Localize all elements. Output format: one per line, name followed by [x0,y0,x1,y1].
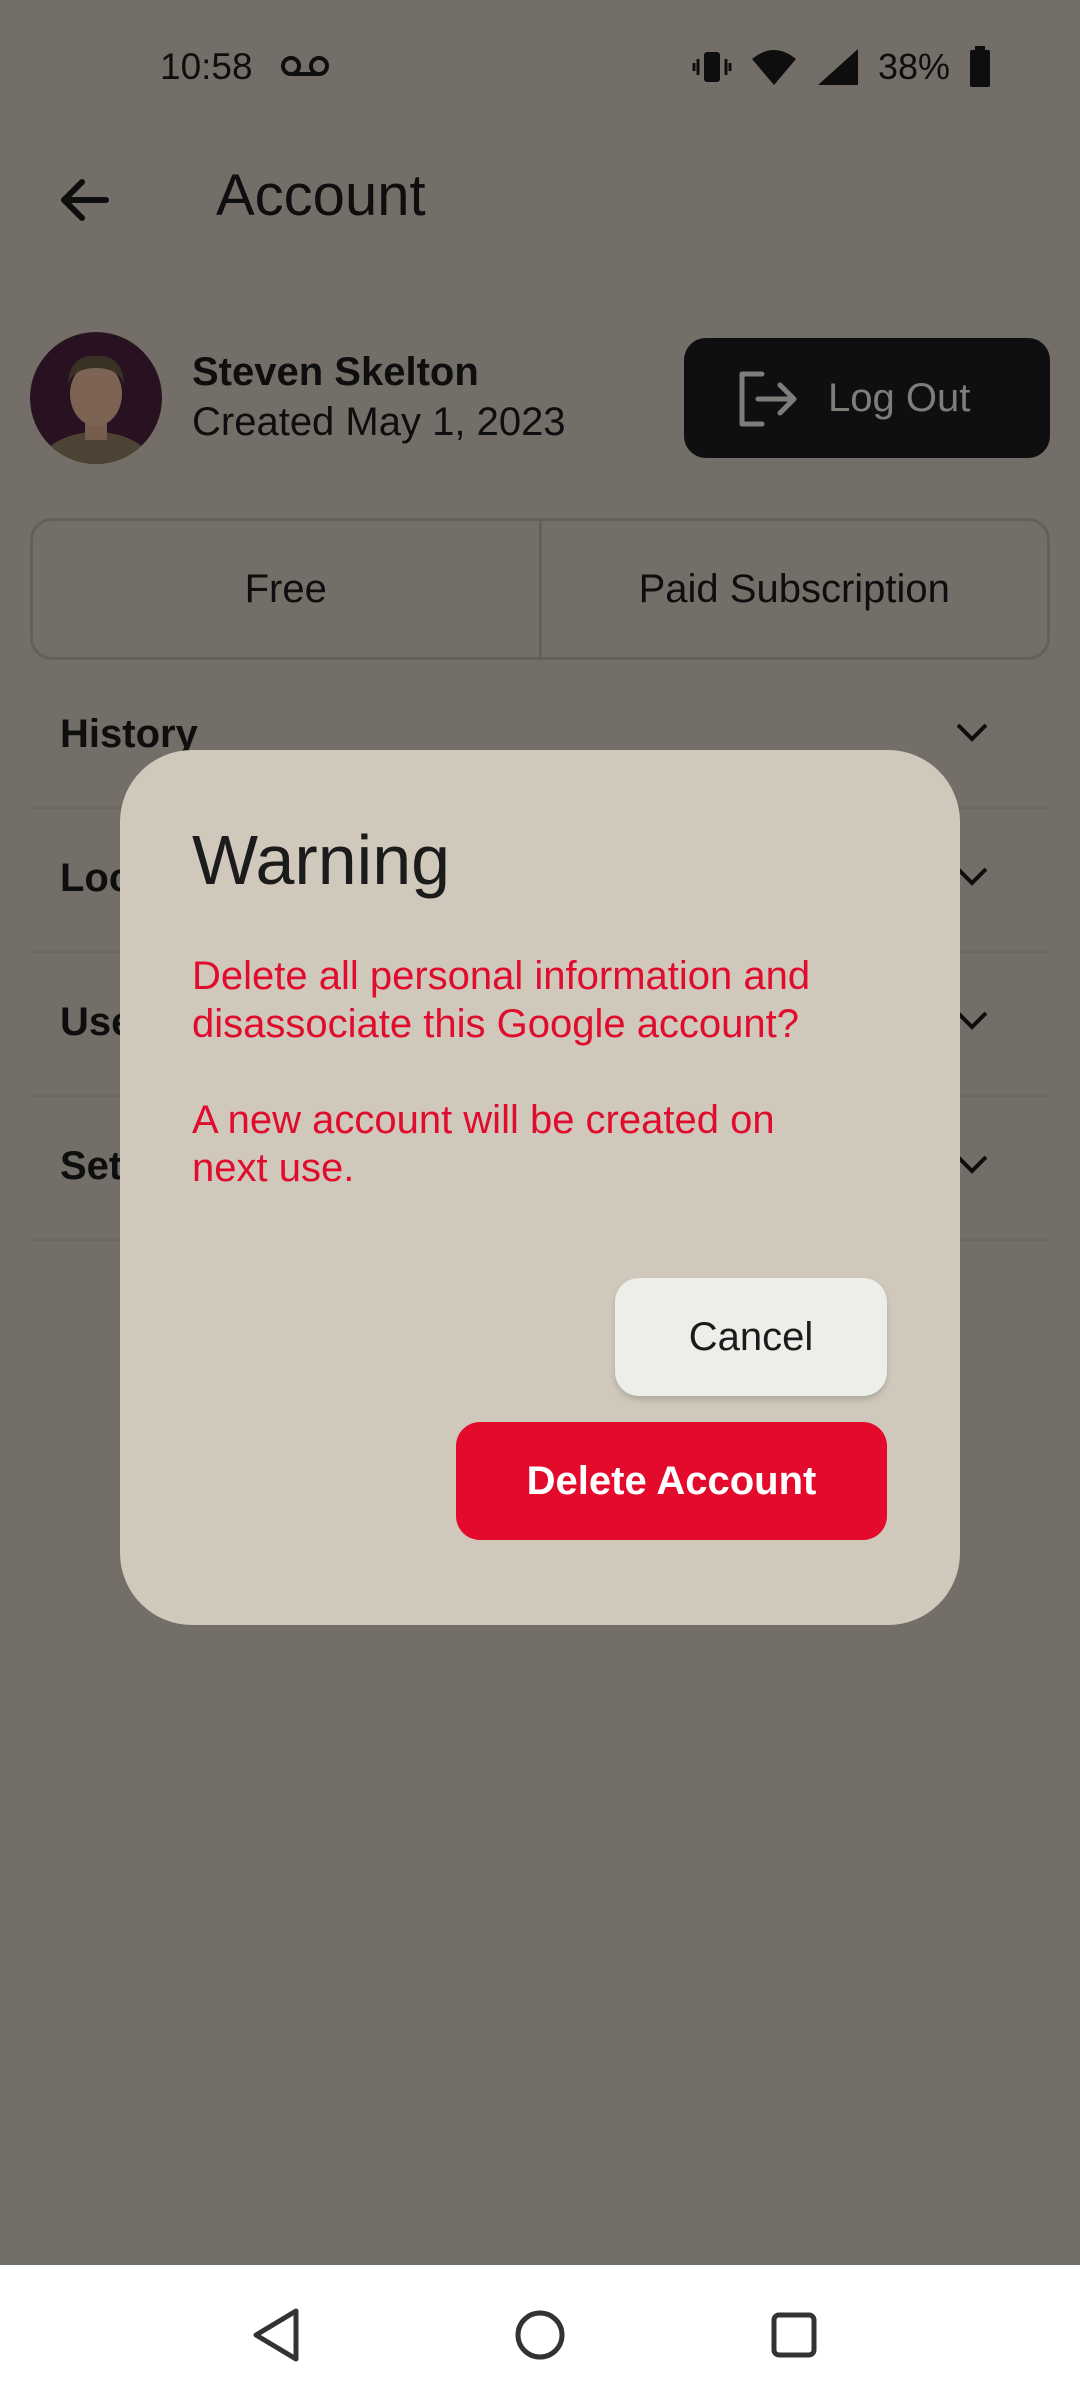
dialog-message-secondary: A new account will be created on next us… [192,1098,775,1190]
nav-back-icon[interactable] [246,2303,310,2367]
dialog-message: Delete all personal information and disa… [192,954,811,1046]
nav-recents-icon[interactable] [762,2303,826,2367]
warning-dialog: Warning Delete all personal information … [120,750,960,1625]
system-nav-bar [0,2265,1080,2400]
cancel-button[interactable]: Cancel [615,1278,887,1396]
nav-home-icon[interactable] [508,2303,572,2367]
dialog-title: Warning [192,821,451,899]
delete-account-button[interactable]: Delete Account [456,1422,887,1540]
